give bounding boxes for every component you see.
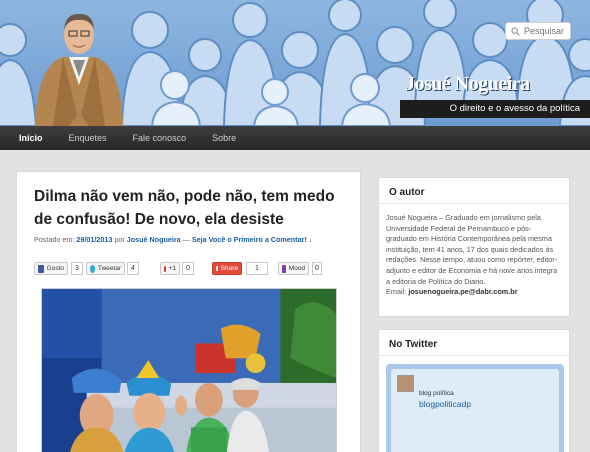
tweet-button[interactable]: Tweetar	[86, 262, 125, 275]
nav-item-fale-conosco[interactable]: Fale conosco	[120, 126, 200, 150]
google-plus-icon	[164, 265, 166, 272]
twitter-widget-title: No Twitter	[379, 330, 569, 356]
author-widget: O autor Josué Nogueira – Graduado em jor…	[378, 177, 570, 317]
author-email[interactable]: josuenogueira.pe@dabr.com.br	[408, 287, 517, 296]
twitter-display-name[interactable]: blog política	[419, 390, 454, 397]
nav-item-enquetes[interactable]: Enquetes	[56, 126, 120, 150]
mood-count: 0	[312, 262, 322, 275]
author-photo	[35, 13, 123, 126]
google-plus-count: 0	[182, 262, 194, 275]
site-description-bar: O direito e o avesso da política	[400, 100, 590, 118]
main-navigation: Início Enquetes Fale conosco Sobre	[0, 126, 590, 150]
google-plus-label: +1	[168, 265, 176, 272]
site-header: Josué Nogueira O direito e o avesso da p…	[0, 0, 590, 126]
facebook-like-button[interactable]: Gosto	[34, 262, 68, 275]
post-author-link[interactable]: Josué Nogueira	[127, 235, 181, 244]
post-comment-link[interactable]: Seja Você o Primeiro a Comentar! ↓	[192, 235, 313, 244]
share-bar: Gosto 3 Tweetar 4 +1 0 Share 1 Mood 0	[34, 262, 354, 276]
page: Josué Nogueira O direito e o avesso da p…	[0, 0, 590, 452]
share-label: Share	[220, 265, 238, 272]
tweet-count: 4	[127, 262, 139, 275]
mood-button[interactable]: Mood	[278, 262, 309, 275]
google-plus-button[interactable]: +1	[160, 262, 180, 275]
share-count: 1	[246, 262, 268, 275]
author-bio: Josué Nogueira – Graduado em jornalismo …	[386, 213, 558, 286]
post-meta: Postado em: 29/01/2013 por Josué Nogueir…	[34, 235, 312, 244]
post-article: Dilma não vem não, pode não, tem medo de…	[16, 171, 361, 452]
search-box[interactable]	[505, 22, 571, 40]
mood-icon	[282, 264, 286, 273]
nav-item-inicio[interactable]: Início	[0, 126, 56, 150]
twitter-handle[interactable]: blogpoliticadp	[419, 399, 471, 409]
facebook-icon	[38, 264, 44, 273]
site-description: O direito e o avesso da política	[449, 103, 580, 114]
post-photo-carnival	[41, 288, 337, 452]
twitter-widget: No Twitter blog política blogpoliticadp	[378, 329, 570, 452]
share-icon	[216, 266, 218, 271]
twitter-bird-icon	[90, 264, 95, 273]
meta-separator: —	[182, 235, 190, 244]
tweet-label: Tweetar	[97, 265, 121, 272]
meta-prefix: Postado em:	[34, 235, 75, 244]
twitter-profile-box: blog política blogpoliticadp	[386, 364, 564, 452]
search-input[interactable]	[524, 26, 570, 36]
facebook-like-count: 3	[71, 262, 83, 275]
author-email-line: Email: josuenogueira.pe@dabr.com.br	[379, 287, 569, 298]
author-email-label: Email:	[386, 287, 407, 297]
post-title[interactable]: Dilma não vem não, pode não, tem medo de…	[34, 185, 354, 231]
share-button[interactable]: Share	[212, 262, 242, 275]
author-widget-title: O autor	[379, 178, 569, 204]
twitter-profile-card[interactable]: blog política blogpoliticadp	[391, 369, 559, 452]
search-icon	[511, 26, 520, 36]
post-date-link[interactable]: 29/01/2013	[76, 235, 112, 244]
meta-by: por	[114, 235, 125, 244]
site-title[interactable]: Josué Nogueira	[405, 73, 530, 96]
mood-label: Mood	[288, 265, 305, 272]
twitter-avatar[interactable]	[397, 375, 414, 392]
nav-item-sobre[interactable]: Sobre	[199, 126, 249, 150]
facebook-like-label: Gosto	[46, 265, 64, 272]
